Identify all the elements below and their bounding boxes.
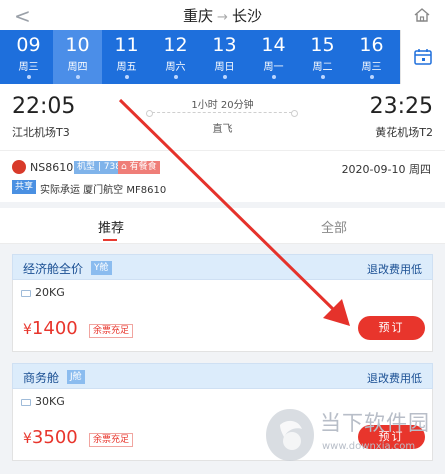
date-item-13[interactable]: 13 周日: [200, 30, 249, 84]
flight-date: 2020-09-10 周四: [341, 163, 431, 176]
date-item-11[interactable]: 11 周五: [102, 30, 151, 84]
watermark-url: www.downxia.com: [322, 441, 416, 452]
availability-dot: [173, 75, 178, 79]
calendar-icon: [414, 49, 432, 65]
date-item-12[interactable]: 12 周六: [151, 30, 200, 84]
arrival-time: 23:25: [369, 94, 433, 119]
availability-dot: [369, 75, 374, 79]
refund-rule-link[interactable]: 退改费用低: [367, 261, 422, 277]
active-tab-indicator: [103, 239, 117, 241]
date-item-14[interactable]: 14 周一: [249, 30, 298, 84]
route-line: [146, 110, 298, 117]
meal-icon: ⌂: [121, 162, 130, 172]
cabin-name: 经济舱全价: [23, 262, 84, 276]
date-item-09[interactable]: 09 周三: [4, 30, 53, 84]
flight-info-card: 22:05 江北机场T3 1小时 20分钟 直飞 23:25 黄花机场T2 NS…: [0, 84, 445, 202]
date-item-16[interactable]: 16 周三: [347, 30, 396, 84]
fare-price: ¥3500: [23, 427, 78, 448]
baggage-icon: [21, 399, 31, 406]
codeshare-tag: 共享: [12, 180, 37, 194]
home-icon[interactable]: [413, 7, 431, 23]
watermark: 当下软件园 www.downxia.com: [262, 405, 438, 467]
ticket-availability: 余票充足: [89, 324, 134, 338]
from-city: 重庆: [183, 7, 214, 25]
availability-dot: [26, 75, 31, 79]
arrival-airport: 黄花机场T2: [375, 126, 433, 139]
date-selector: 09 周三 10 周四 11 周五 12 周六 13 周日 14 周一 15 周…: [0, 30, 445, 84]
refund-rule-link[interactable]: 退改费用低: [367, 370, 422, 386]
cabin-body: 20KG ¥1400 余票充足 预订: [12, 280, 433, 352]
cabin-header: 经济舱全价 Y舱 退改费用低: [12, 254, 433, 280]
book-button[interactable]: 预订: [358, 316, 425, 340]
fare-price: ¥1400: [23, 318, 78, 339]
tab-recommended[interactable]: 推荐: [0, 217, 222, 236]
ticket-availability: 余票充足: [89, 433, 134, 447]
date-item-15[interactable]: 15 周二: [298, 30, 347, 84]
date-item-10[interactable]: 10 周四: [53, 30, 102, 84]
calendar-button[interactable]: [400, 30, 445, 84]
watermark-logo-icon: [266, 409, 314, 461]
route-arrow-icon: →: [217, 10, 228, 25]
cabin-class-tag: Y舱: [91, 261, 112, 275]
meal-tag: ⌂ 有餐食: [118, 161, 160, 174]
tab-all[interactable]: 全部: [223, 217, 445, 236]
cabin-name: 商务舱: [23, 371, 60, 385]
operating-carrier: 实际承运 厦门航空 MF8610: [40, 185, 167, 196]
baggage-allowance: 20KG: [35, 286, 65, 299]
airline-logo-icon: [12, 160, 26, 174]
availability-dot: [271, 75, 276, 79]
to-city: 长沙: [231, 7, 262, 25]
availability-dot: [75, 75, 80, 79]
watermark-name: 当下软件园: [320, 411, 430, 435]
cabin-class-tag: J舱: [67, 370, 85, 384]
availability-dot: [124, 75, 129, 79]
availability-dot: [222, 75, 227, 79]
baggage-allowance: 30KG: [35, 395, 65, 408]
flight-number: NS8610: [30, 161, 74, 174]
fare-tabs: 推荐 全部: [0, 208, 445, 244]
cabin-economy: 经济舱全价 Y舱 退改费用低 20KG ¥1400 余票充足 预订: [12, 254, 433, 352]
divider: [0, 150, 445, 151]
aircraft-model-tag[interactable]: 机型 | 738: [74, 161, 124, 174]
cabin-header: 商务舱 J舱 退改费用低: [12, 363, 433, 389]
availability-dot: [320, 75, 325, 79]
baggage-icon: [21, 290, 31, 297]
route-title: 重庆 → 长沙: [0, 5, 445, 26]
top-header: < 重庆 → 长沙: [0, 0, 445, 30]
